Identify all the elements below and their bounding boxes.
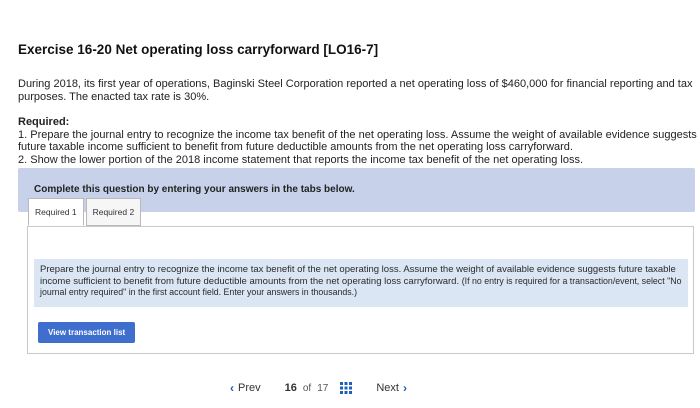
grid-icon[interactable] xyxy=(340,382,353,394)
prev-label: Prev xyxy=(238,382,261,394)
required-label: Required: xyxy=(18,116,70,128)
next-button[interactable]: Next › xyxy=(376,381,407,395)
question-pager: ‹ Prev 16 of 17 Next › xyxy=(230,380,407,396)
tab-required-1[interactable]: Required 1 xyxy=(28,198,84,226)
exercise-intro: During 2018, its first year of operation… xyxy=(18,78,693,103)
requirement-tabs: Required 1 Required 2 xyxy=(28,198,142,226)
requirement-2: 2. Show the lower portion of the 2018 in… xyxy=(18,153,584,166)
total-pages: 17 xyxy=(317,382,329,394)
tab-content-panel: Prepare the journal entry to recognize t… xyxy=(27,226,694,354)
instruction-box: Prepare the journal entry to recognize t… xyxy=(34,259,688,307)
tab-required-2[interactable]: Required 2 xyxy=(85,198,142,226)
page-of-label: of xyxy=(302,382,312,394)
next-label: Next xyxy=(376,382,399,394)
chevron-left-icon: ‹ xyxy=(230,381,234,395)
prev-button[interactable]: ‹ Prev xyxy=(230,381,261,395)
requirement-1: 1. Prepare the journal entry to recogniz… xyxy=(18,128,697,154)
requirements-block: Required: 1. Prepare the journal entry t… xyxy=(18,116,698,166)
view-transaction-list-button[interactable]: View transaction list xyxy=(38,322,136,343)
exercise-title: Exercise 16-20 Net operating loss carryf… xyxy=(18,42,379,57)
current-page: 16 xyxy=(284,382,297,394)
chevron-right-icon: › xyxy=(402,381,407,395)
